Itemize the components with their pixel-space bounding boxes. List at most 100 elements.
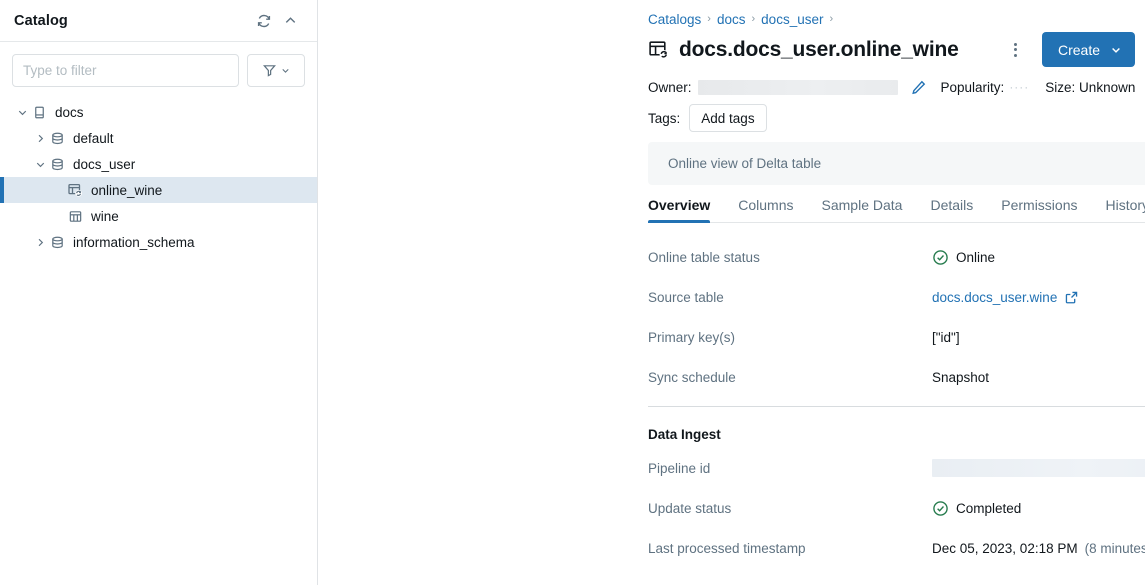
tree-item-information-schema[interactable]: information_schema [0,229,317,255]
online-table-icon [66,181,84,199]
tags-label: Tags: [648,111,680,126]
check-circle-icon [932,500,949,517]
row-pipeline-id: Pipeline id [648,448,1145,488]
tab-permissions[interactable]: Permissions [1001,197,1077,222]
row-source-table: Source table docs.docs_user.wine [648,277,1145,317]
sync-schedule-label: Sync schedule [648,370,932,385]
owner-label: Owner: [648,80,692,95]
chevron-down-icon[interactable] [32,156,48,172]
chevron-down-icon [1110,44,1122,56]
row-primary-keys: Primary key(s) ["id"] [648,317,1145,357]
tree-item-label: information_schema [73,235,195,250]
breadcrumb-separator: › [829,13,833,25]
table-icon [66,207,84,225]
pipeline-id-redacted [932,459,1145,477]
description-text: Online view of Delta table [668,156,1145,171]
tree-item-wine[interactable]: wine [0,203,317,229]
primary-keys-label: Primary key(s) [648,330,932,345]
primary-keys-value: ["id"] [932,330,960,345]
tab-columns[interactable]: Columns [738,197,793,222]
catalog-sidebar: Catalog [0,0,318,585]
pipeline-id-value [932,459,1145,477]
metadata-row: Owner: Popularity: ···· Size: Unknown [318,67,1145,97]
last-processed-timestamp-value: Dec 05, 2023, 02:18 PM (8 minutes ago) S… [932,532,1145,564]
update-status-text: Completed [956,501,1021,516]
sync-schedule-value: Snapshot [932,370,989,385]
size-label: Size: Unknown [1045,80,1135,95]
breadcrumb-link-Catalogs[interactable]: Catalogs [648,12,701,27]
main-panel: Catalogs › docs › docs_user › docs.docs_user.… [318,0,1145,585]
filter-button[interactable] [247,54,305,87]
add-tags-button[interactable]: Add tags [689,104,766,132]
source-table-value: docs.docs_user.wine [932,290,1079,305]
twisty-placeholder [50,208,66,224]
tree-item-docs-user[interactable]: docs_user [0,151,317,177]
check-circle-icon [932,249,949,266]
tree-item-label: online_wine [91,183,162,198]
schema-icon [48,233,66,251]
filter-input[interactable] [12,54,239,87]
tree-item-label: docs [55,105,84,120]
page-title: docs.docs_user.online_wine [679,38,1002,62]
breadcrumb-link-docs-user[interactable]: docs_user [761,12,823,27]
tree-item-online-wine[interactable]: online_wine [0,177,317,203]
more-vertical-icon[interactable] [1002,36,1030,64]
sidebar-collapse-icon[interactable] [277,8,303,34]
external-link-icon[interactable] [1064,290,1079,305]
sidebar-header: Catalog [0,0,317,42]
popularity-label: Popularity: [941,80,1005,95]
update-status-value: Completed [932,500,1021,517]
tags-row: Tags: Add tags [318,97,1145,131]
twisty-placeholder [50,182,66,198]
schema-icon [48,155,66,173]
section-divider [648,406,1145,407]
source-table-link[interactable]: docs.docs_user.wine [932,290,1057,305]
tree-item-default[interactable]: default [0,125,317,151]
refresh-icon[interactable] [251,8,277,34]
breadcrumb-link-docs[interactable]: docs [717,12,746,27]
tab-details[interactable]: Details [930,197,973,222]
edit-owner-pencil-icon[interactable] [910,79,927,96]
row-sync-schedule: Sync schedule Snapshot [648,357,1145,397]
chevron-right-icon[interactable] [32,130,48,146]
tree-item-label: wine [91,209,119,224]
overview-details: Online table status Online Source table … [648,223,1145,568]
sidebar-title: Catalog [14,13,251,29]
app-root: Catalog [0,0,1145,585]
title-row: docs.docs_user.online_wine Create [318,28,1145,67]
chevron-right-icon[interactable] [32,234,48,250]
create-button-label: Create [1058,42,1100,58]
description-box: Online view of Delta table [648,142,1145,185]
sidebar-filter-row [0,42,317,95]
online-table-icon [648,39,670,61]
tree-item-docs[interactable]: docs [0,99,317,125]
catalog-icon [30,103,48,121]
catalog-tree: docs default docs_user online_winewine infor… [0,95,317,255]
popularity-value: ···· [1009,80,1029,94]
row-update-status: Update status Completed [648,488,1145,528]
update-status-label: Update status [648,501,932,516]
online-table-status-value: Online [932,249,995,266]
pipeline-id-label: Pipeline id [648,461,932,476]
row-last-processed-timestamp: Last processed timestamp Dec 05, 2023, 0… [648,528,1145,568]
chevron-down-icon[interactable] [14,104,30,120]
timestamp-relative: (8 minutes ago) [1085,541,1145,556]
status-text: Online [956,250,995,265]
breadcrumb-separator: › [752,13,756,25]
tab-overview[interactable]: Overview [648,197,710,222]
tab-history[interactable]: History [1106,197,1145,222]
owner-value-redacted [698,80,898,95]
last-processed-timestamp-label: Last processed timestamp [648,541,932,556]
create-button[interactable]: Create [1042,32,1135,67]
tree-item-label: docs_user [73,157,135,172]
chevron-down-icon [280,65,291,76]
row-online-table-status: Online table status Online [648,237,1145,277]
online-table-status-label: Online table status [648,250,932,265]
breadcrumb: Catalogs › docs › docs_user › [318,0,1145,28]
breadcrumb-separator: › [707,13,711,25]
tab-sample-data[interactable]: Sample Data [822,197,903,222]
timestamp-text: Dec 05, 2023, 02:18 PM [932,541,1078,556]
tab-bar: Overview Columns Sample Data Details Permiss… [648,197,1145,223]
source-table-label: Source table [648,290,932,305]
tree-item-label: default [73,131,114,146]
